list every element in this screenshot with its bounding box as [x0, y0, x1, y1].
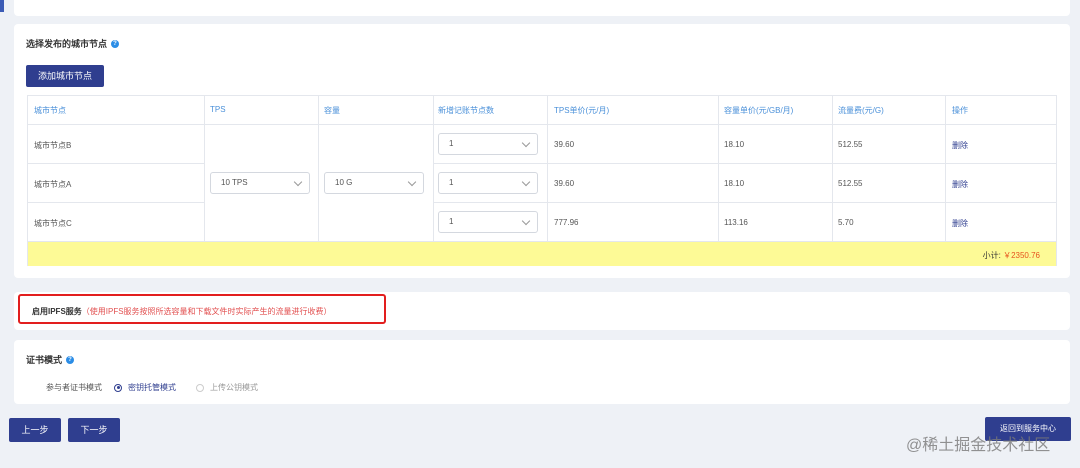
cert-mode-title: 证书模式 ?	[26, 353, 75, 366]
city-nodes-title: 选择发布的城市节点 ?	[26, 37, 120, 50]
new-nodes-select[interactable]: 1	[438, 211, 538, 233]
chevron-down-icon	[521, 177, 531, 187]
capacity-price: 113.16	[724, 218, 748, 227]
subtotal-value: ￥2350.76	[1003, 251, 1040, 260]
city-nodes-card: 选择发布的城市节点 ? 添加城市节点 城市节点 TPS 容量 新增记账节点数 T…	[14, 24, 1070, 278]
delete-link[interactable]: 删除	[952, 218, 968, 229]
header-new-nodes: 新增记账节点数	[438, 106, 494, 115]
header-traffic-fee: 流量费(元/G)	[838, 106, 884, 115]
select-value: 1	[449, 178, 454, 187]
cert-mode-row: 参与者证书模式 密钥托管模式 上传公钥模式	[46, 382, 258, 393]
new-nodes-select[interactable]: 1	[438, 133, 538, 155]
col-divider	[945, 96, 946, 242]
previous-card-bottom	[14, 0, 1070, 16]
help-icon[interactable]: ?	[66, 355, 75, 364]
edge-accent	[0, 0, 4, 12]
row-divider	[433, 163, 1056, 164]
cert-mode-title-text: 证书模式	[26, 355, 63, 365]
header-capacity-price: 容量单价(元/GB/月)	[724, 106, 794, 115]
cert-mode-card: 证书模式 ? 参与者证书模式 密钥托管模式 上传公钥模式	[14, 340, 1070, 404]
radio-upload-public-key[interactable]	[196, 383, 204, 392]
select-value: 10 G	[335, 178, 353, 187]
watermark: @稀土掘金技术社区	[906, 437, 1051, 454]
tps-select[interactable]: 10 TPS	[210, 172, 310, 194]
chevron-down-icon	[293, 177, 303, 187]
delete-link[interactable]: 删除	[952, 179, 968, 190]
city-nodes-title-text: 选择发布的城市节点	[26, 39, 108, 49]
new-nodes-select[interactable]: 1	[438, 172, 538, 194]
row-node-name: 城市节点B	[34, 141, 72, 150]
tps-price: 39.60	[554, 179, 575, 188]
cert-row-label: 参与者证书模式	[46, 383, 102, 392]
header-capacity: 容量	[324, 106, 340, 115]
row-node-name: 城市节点A	[34, 180, 72, 189]
header-action: 操作	[952, 106, 968, 115]
select-value: 1	[449, 139, 454, 148]
tps-price: 39.60	[554, 140, 575, 149]
header-city-node: 城市节点	[34, 106, 66, 115]
traffic-fee: 5.70	[838, 218, 854, 227]
ipfs-card: 启用IPFS服务（使用IPFS服务按照所选容量和下载文件时实际产生的流量进行收费…	[14, 292, 1070, 330]
col-divider	[433, 96, 434, 242]
next-step-button[interactable]: 下一步	[68, 418, 120, 442]
delete-link[interactable]: 删除	[952, 140, 968, 151]
city-nodes-table: 城市节点 TPS 容量 新增记账节点数 TPS单价(元/月) 容量单价(元/GB…	[27, 95, 1057, 266]
radio-key-custody-label[interactable]: 密钥托管模式	[128, 382, 176, 393]
capacity-price: 18.10	[724, 179, 745, 188]
radio-upload-public-key-label[interactable]: 上传公钥模式	[210, 382, 258, 393]
ipfs-toggle[interactable]: 启用IPFS服务（使用IPFS服务按照所选容量和下载文件时实际产生的流量进行收费…	[32, 306, 332, 317]
add-city-node-button[interactable]: 添加城市节点	[26, 65, 104, 87]
select-value: 10 TPS	[221, 178, 248, 187]
subtotal-row: 小计: ￥2350.76	[28, 242, 1056, 266]
ipfs-highlight-box: 启用IPFS服务（使用IPFS服务按照所选容量和下载文件时实际产生的流量进行收费…	[18, 294, 386, 324]
traffic-fee: 512.55	[838, 140, 863, 149]
chevron-down-icon	[521, 216, 531, 226]
ipfs-note: （使用IPFS服务按照所选容量和下载文件时实际产生的流量进行收费）	[81, 307, 332, 316]
col-divider	[318, 96, 319, 242]
chevron-down-icon	[521, 138, 531, 148]
col-divider	[832, 96, 833, 242]
radio-key-custody[interactable]	[114, 383, 122, 392]
row-divider	[433, 202, 1056, 203]
help-icon[interactable]: ?	[111, 39, 120, 48]
header-tps-price: TPS单价(元/月)	[554, 106, 610, 115]
row-divider	[28, 202, 204, 203]
col-divider	[204, 96, 205, 242]
capacity-price: 18.10	[724, 140, 745, 149]
header-tps: TPS	[210, 105, 226, 114]
row-divider	[28, 163, 204, 164]
prev-step-button[interactable]: 上一步	[9, 418, 61, 442]
select-value: 1	[449, 217, 454, 226]
col-divider	[718, 96, 719, 242]
traffic-fee: 512.55	[838, 179, 863, 188]
capacity-select[interactable]: 10 G	[324, 172, 424, 194]
tps-price: 777.96	[554, 218, 579, 227]
subtotal: 小计: ￥2350.76	[983, 250, 1040, 261]
row-node-name: 城市节点C	[34, 219, 72, 228]
subtotal-label: 小计:	[982, 251, 1001, 260]
ipfs-label-text: 启用IPFS服务	[32, 307, 82, 316]
row-divider	[28, 124, 1056, 125]
col-divider	[547, 96, 548, 242]
chevron-down-icon	[407, 177, 417, 187]
